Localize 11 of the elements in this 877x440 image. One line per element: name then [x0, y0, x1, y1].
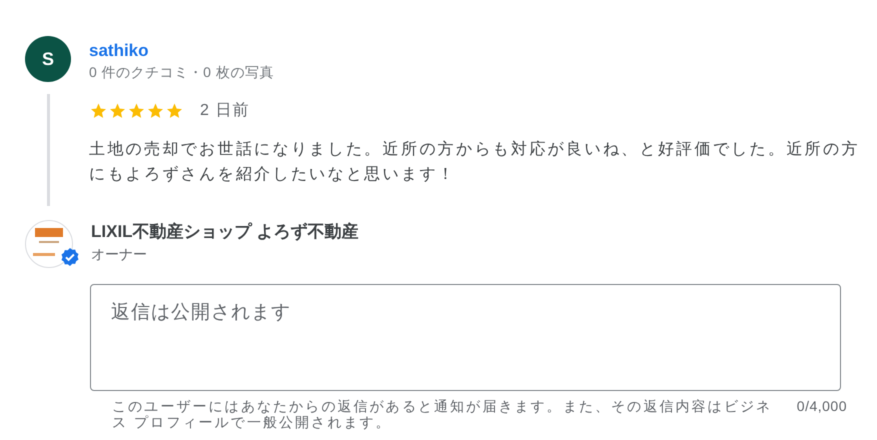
character-counter: 0/4,000 — [796, 398, 847, 416]
review-time: 2 日前 — [200, 101, 250, 121]
owner-name: LIXIL不動産ショップ よろず不動産 — [91, 221, 358, 243]
reply-hint: このユーザーにはあなたからの返信があると通知が届きます。また、その返信内容はビジネス プロフィールで一般公開されます。 — [112, 398, 774, 430]
user-avatar: S — [25, 36, 71, 82]
owner-role: オーナー — [91, 245, 148, 264]
review-meta: 0 件のクチコミ・0 枚の写真 — [89, 63, 274, 82]
reply-field[interactable]: 返信は公開されます — [90, 284, 841, 391]
logo-icon — [25, 220, 73, 268]
review-text: 土地の売却でお世話になりました。近所の方からも対応が良いね、と好評価でした。近所の方にもよろずさんを紹介したいなと思います！ — [89, 140, 861, 185]
author-name[interactable]: sathiko — [89, 40, 274, 62]
